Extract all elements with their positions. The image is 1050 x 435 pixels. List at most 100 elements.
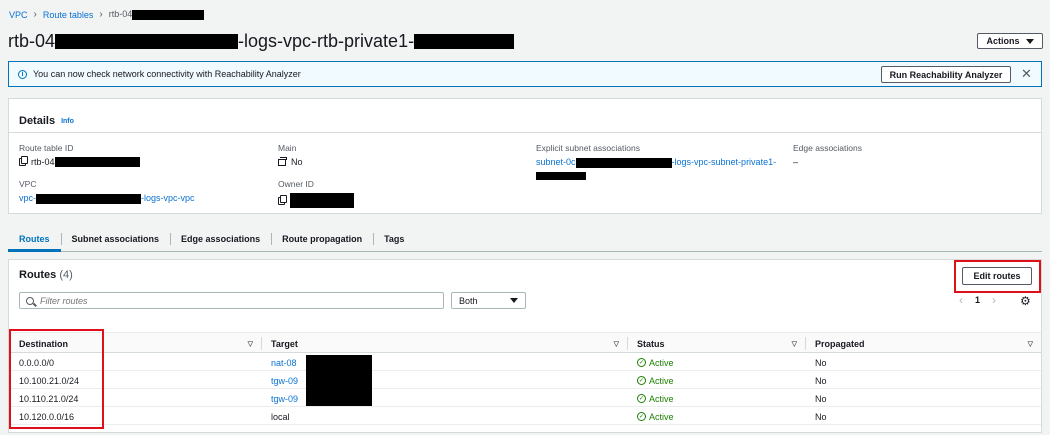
column-propagated[interactable]: Propagated ▽ xyxy=(805,333,1041,354)
tab-bar: Routes Subnet associations Edge associat… xyxy=(8,226,1042,252)
propagated-cell: No xyxy=(815,411,827,422)
check-circle-icon: ✓ xyxy=(637,358,646,367)
owner-id-value xyxy=(278,193,354,208)
target-link[interactable]: nat-08 xyxy=(271,358,297,368)
owner-id-label: Owner ID xyxy=(278,179,314,189)
explicit-subnet-link[interactable]: subnet-0c -logs-vpc-subnet-private1- xyxy=(536,157,776,168)
route-table-id-text: rtb-04 xyxy=(31,157,55,167)
info-icon: i xyxy=(18,69,27,79)
pagination: ‹ 1 › xyxy=(959,293,996,307)
column-label: Status xyxy=(637,338,665,349)
details-heading: Details xyxy=(19,115,56,127)
select-value: Both xyxy=(459,295,478,306)
chevron-right-icon: › xyxy=(33,9,37,20)
route-table-id-field: Route table ID rtb-04 xyxy=(19,143,140,167)
target-cell: tgw-09 xyxy=(261,390,298,407)
column-target[interactable]: Target ▽ xyxy=(261,333,627,354)
propagated-cell: No xyxy=(815,357,827,368)
main-value-text: No xyxy=(291,157,303,167)
tab-edge-associations[interactable]: Edge associations xyxy=(170,226,271,251)
column-label: Propagated xyxy=(815,338,865,349)
routes-panel: Routes (4) Edit routes Both ‹ 1 › ⚙ Dest… xyxy=(8,259,1042,433)
target-cell: nat-08 xyxy=(261,354,297,371)
redaction xyxy=(36,193,142,204)
filter-routes-input[interactable] xyxy=(40,295,430,306)
status-cell: ✓ Active xyxy=(627,408,674,425)
close-icon[interactable]: ✕ xyxy=(1021,66,1032,82)
info-link[interactable]: Info xyxy=(61,118,74,125)
sort-icon[interactable]: ▽ xyxy=(248,340,253,348)
redaction xyxy=(575,157,672,168)
gear-icon[interactable]: ⚙ xyxy=(1020,294,1031,308)
status-badge: ✓ Active xyxy=(637,412,674,422)
edit-routes-button[interactable]: Edit routes xyxy=(962,267,1032,285)
vpc-suffix: -logs-vpc-vpc xyxy=(141,193,195,203)
target-cell: local xyxy=(271,411,290,422)
chevron-right-icon: › xyxy=(99,9,103,20)
propagation-filter-select[interactable]: Both xyxy=(451,292,526,309)
explicit-subnet-label: Explicit subnet associations xyxy=(536,143,640,153)
column-destination[interactable]: Destination ▽ xyxy=(9,333,261,354)
filter-routes-field[interactable] xyxy=(19,292,444,309)
caret-down-icon xyxy=(510,298,518,303)
vpc-field: VPC vpc- -logs-vpc-vpc xyxy=(19,179,195,204)
redaction xyxy=(414,34,515,49)
table-row: 10.110.21.0/24 tgw-09 ✓ Active No xyxy=(9,390,1041,407)
status-text: Active xyxy=(649,411,674,422)
breadcrumb-vpc[interactable]: VPC xyxy=(9,10,28,20)
chevron-left-icon[interactable]: ‹ xyxy=(959,293,963,307)
actions-label: Actions xyxy=(986,36,1020,46)
chevron-right-icon[interactable]: › xyxy=(992,293,996,307)
route-table-id-value: rtb-04 xyxy=(19,156,140,167)
check-circle-icon: ✓ xyxy=(637,412,646,421)
column-status[interactable]: Status ▽ xyxy=(627,333,805,354)
copy-icon[interactable] xyxy=(278,194,287,205)
sort-icon[interactable]: ▽ xyxy=(614,340,619,348)
route-table-id-label: Route table ID xyxy=(19,143,74,153)
actions-button[interactable]: Actions xyxy=(977,33,1043,49)
edge-associations-label: Edge associations xyxy=(793,143,862,153)
status-badge: ✓ Active xyxy=(637,376,674,386)
tab-route-propagation[interactable]: Route propagation xyxy=(271,226,373,251)
check-circle-icon: ✓ xyxy=(637,376,646,385)
main-route-icon xyxy=(278,156,287,166)
destination-cell: 10.110.21.0/24 xyxy=(19,393,79,404)
column-label: Destination xyxy=(19,338,69,349)
details-panel: Details Info Route table ID rtb-04 Main … xyxy=(8,98,1042,214)
details-header: Details Info xyxy=(9,99,1041,133)
main-label: Main xyxy=(278,143,297,153)
copy-icon[interactable] xyxy=(19,156,28,166)
status-badge: ✓ Active xyxy=(637,358,674,368)
status-text: Active xyxy=(649,375,674,386)
status-cell: ✓ Active xyxy=(627,354,674,371)
target-link[interactable]: tgw-09 xyxy=(271,394,298,404)
page-title: rtb-04 -logs-vpc-rtb-private1- xyxy=(8,31,515,52)
sort-icon[interactable]: ▽ xyxy=(792,340,797,348)
breadcrumb-current-text: rtb-04 xyxy=(108,9,133,20)
tab-routes[interactable]: Routes xyxy=(8,226,61,252)
vpc-prefix: vpc- xyxy=(19,193,37,203)
redaction xyxy=(290,193,354,208)
page-number[interactable]: 1 xyxy=(975,295,980,305)
status-badge: ✓ Active xyxy=(637,394,674,404)
title-prefix: rtb-04 xyxy=(8,31,56,51)
routes-count: (4) xyxy=(59,269,73,281)
tab-tags[interactable]: Tags xyxy=(373,226,415,251)
vpc-link[interactable]: vpc- -logs-vpc-vpc xyxy=(19,193,195,204)
title-middle: -logs-vpc-rtb-private1- xyxy=(238,31,415,51)
tab-subnet-associations[interactable]: Subnet associations xyxy=(60,226,171,251)
redaction xyxy=(54,157,140,167)
subnet-prefix: subnet-0c xyxy=(536,157,576,167)
column-label: Target xyxy=(271,338,298,349)
target-link[interactable]: tgw-09 xyxy=(271,376,298,386)
sort-icon[interactable]: ▽ xyxy=(1028,340,1033,348)
check-circle-icon: ✓ xyxy=(637,394,646,403)
subnet-suffix: -logs-vpc-subnet-private1- xyxy=(671,157,777,167)
redaction xyxy=(55,34,239,49)
run-reachability-analyzer-button[interactable]: Run Reachability Analyzer xyxy=(881,66,1011,83)
status-cell: ✓ Active xyxy=(627,390,674,407)
destination-cell: 10.120.0.0/16 xyxy=(19,411,75,422)
routes-title-text: Routes xyxy=(19,269,57,281)
breadcrumb-route-tables[interactable]: Route tables xyxy=(43,10,94,20)
main-value: No xyxy=(278,156,303,167)
